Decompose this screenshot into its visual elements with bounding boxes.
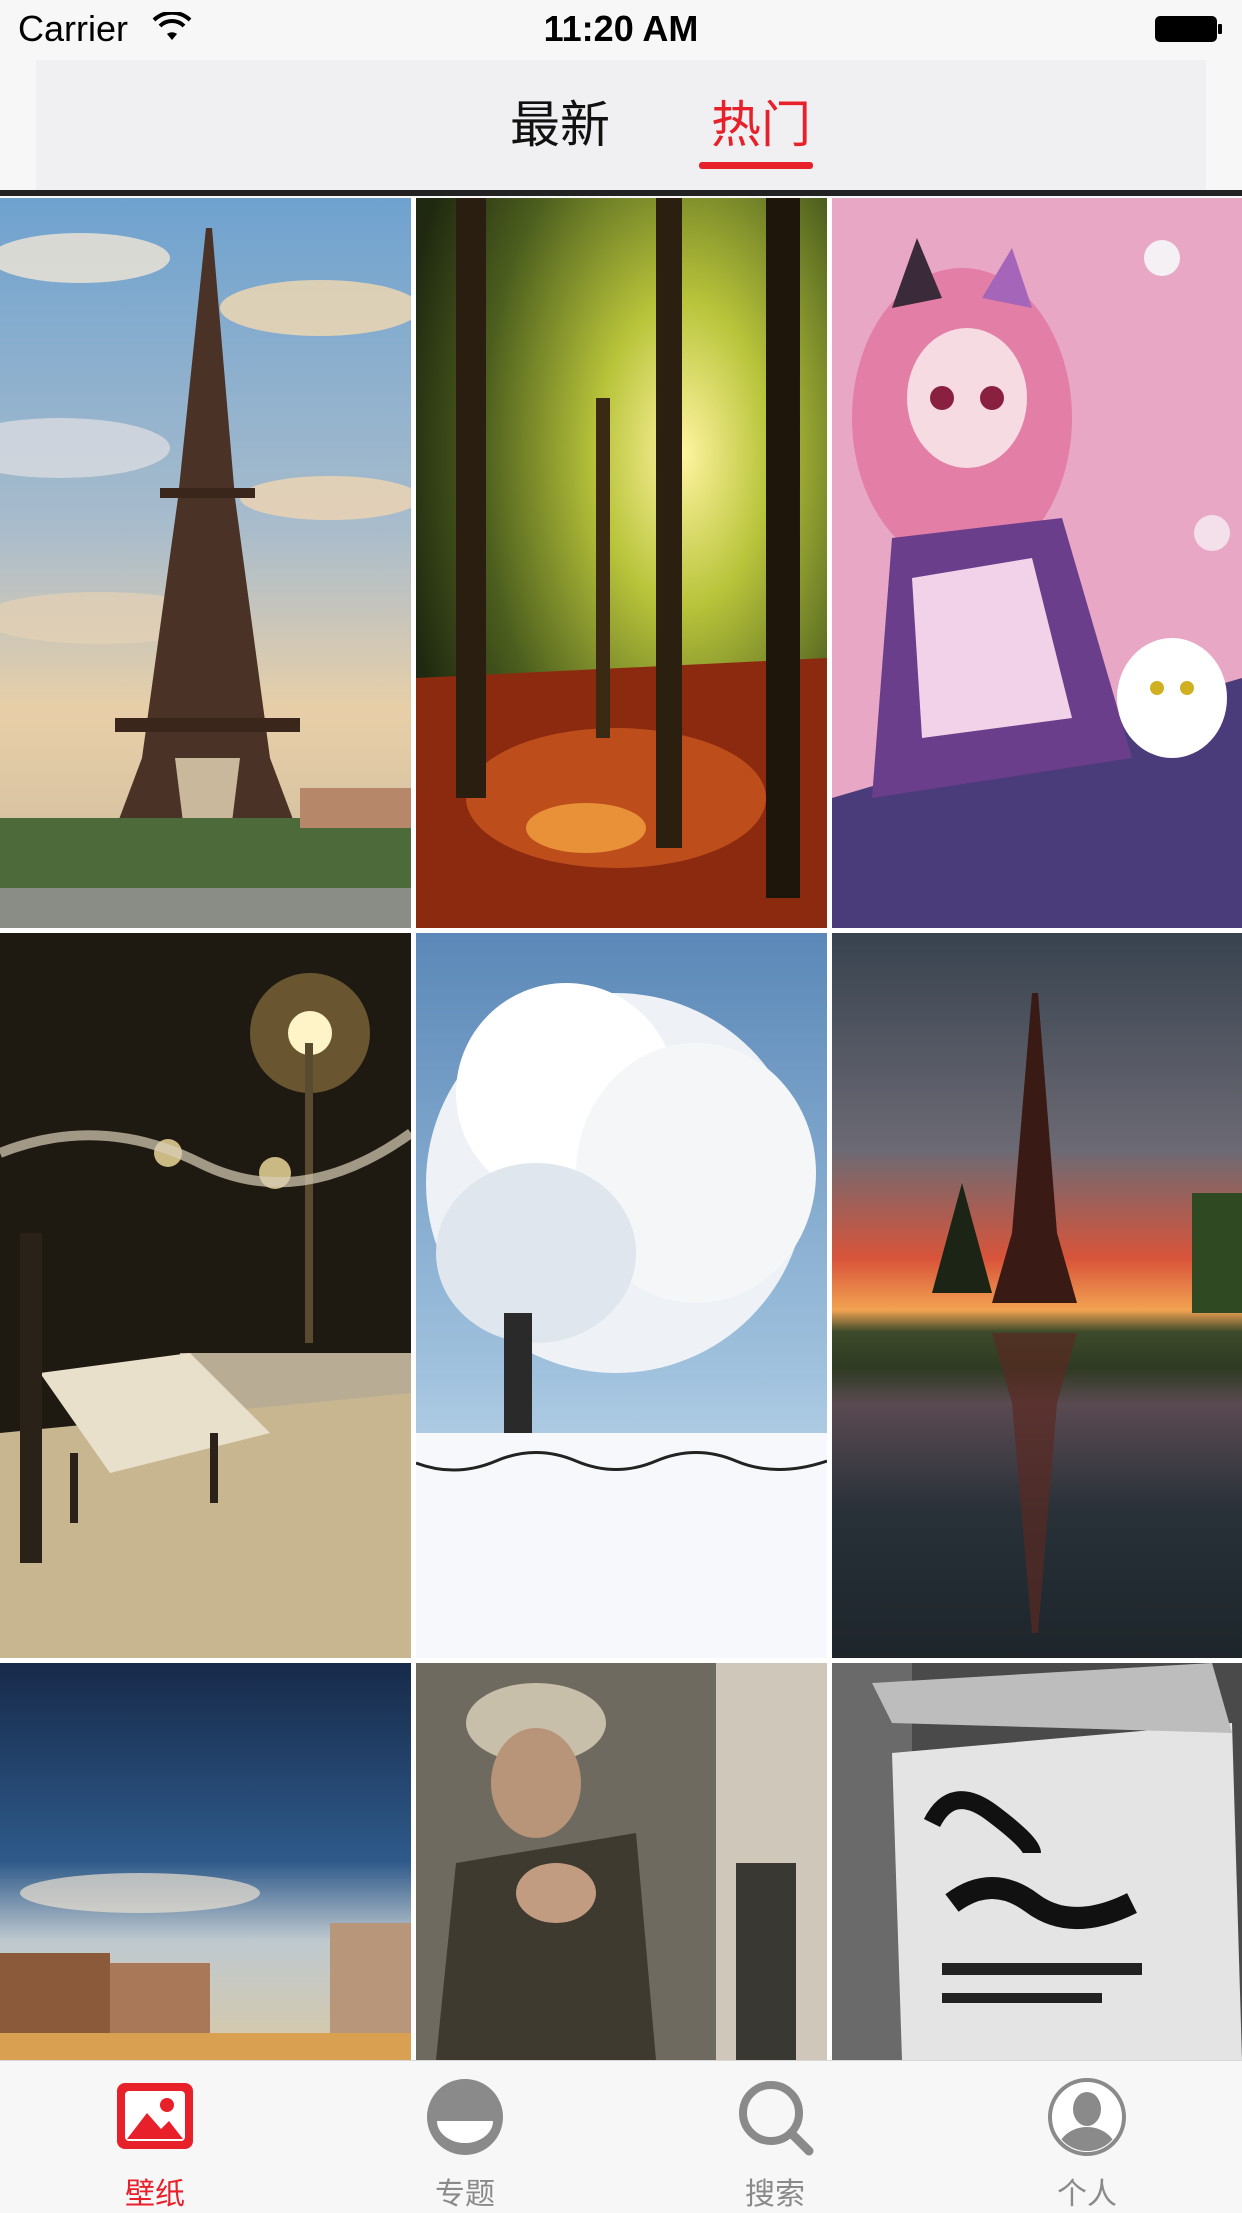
- tab-label: 专题: [435, 2177, 495, 2212]
- wallpaper-image: [416, 198, 827, 928]
- status-time: 11:20 AM: [543, 8, 699, 49]
- wallpaper-image: [0, 1663, 411, 2060]
- status-bar: Carrier 11:20 AM: [0, 0, 1242, 60]
- wallpaper-tile-anime-girl[interactable]: [832, 198, 1242, 928]
- bottom-tab-bar: 壁纸 专题 搜索 个人: [0, 2060, 1242, 2212]
- tab-label: 壁纸: [125, 2177, 185, 2212]
- wallpaper-tile-eiffel-day[interactable]: [0, 198, 411, 928]
- wallpaper-tile-sound-of-music[interactable]: [832, 1663, 1242, 2060]
- wallpaper-tile-soldier-woman[interactable]: [416, 1663, 827, 2060]
- tab-profile[interactable]: 个人: [932, 2061, 1242, 2212]
- wallpaper-tile-frosted-tree[interactable]: [416, 933, 827, 1658]
- wallpaper-tile-snowy-bench[interactable]: [0, 933, 411, 1658]
- divider: [0, 190, 1242, 196]
- battery-icon: [1155, 16, 1222, 42]
- wallpaper-tile-eiffel-sunset[interactable]: [832, 933, 1242, 1658]
- wallpaper-image: [0, 198, 411, 928]
- topic-icon: [427, 2079, 503, 2155]
- wallpaper-image: [0, 933, 411, 1658]
- wallpaper-image: [416, 1663, 827, 2060]
- wallpaper-image: [832, 1663, 1242, 2060]
- tab-search[interactable]: 搜索: [620, 2061, 930, 2212]
- tab-wallpaper[interactable]: 壁纸: [0, 2061, 310, 2212]
- wallpaper-image: [832, 198, 1242, 928]
- tab-hot[interactable]: 热门: [711, 90, 811, 160]
- tab-label: 个人: [1057, 2177, 1117, 2212]
- wallpaper-tile-venice-dusk[interactable]: [0, 1663, 411, 2060]
- image-icon: [117, 2083, 193, 2149]
- wallpaper-image: [416, 933, 827, 1658]
- person-icon: [1048, 2078, 1126, 2156]
- category-segment-bar: 最新 热门: [36, 60, 1206, 190]
- wallpaper-image: [832, 933, 1242, 1658]
- tab-selected-indicator: [699, 162, 813, 169]
- wallpaper-grid: [0, 198, 1242, 2060]
- tab-topics[interactable]: 专题: [310, 2061, 620, 2212]
- tab-label: 搜索: [745, 2177, 805, 2212]
- search-icon: [739, 2081, 814, 2156]
- tab-latest[interactable]: 最新: [510, 90, 610, 160]
- wallpaper-tile-autumn-forest[interactable]: [416, 198, 827, 928]
